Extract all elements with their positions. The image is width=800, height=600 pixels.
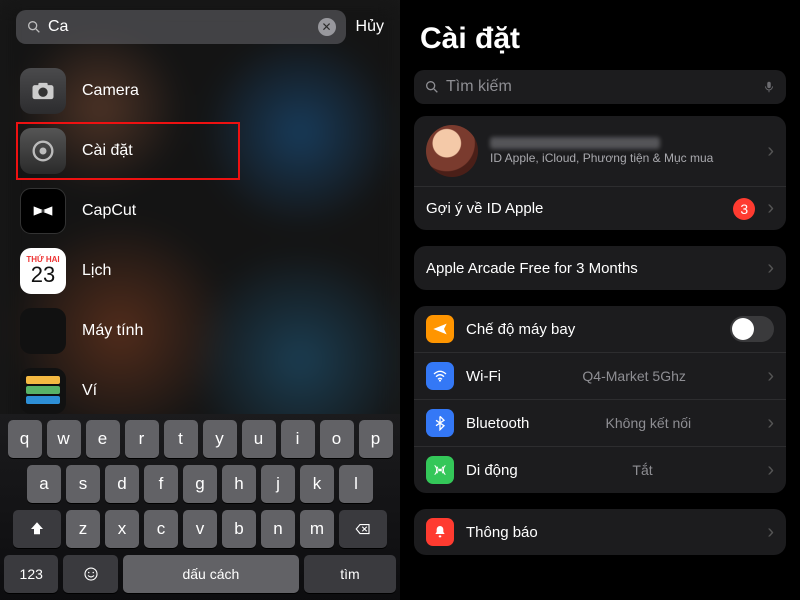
numbers-key[interactable]: 123 <box>4 555 58 593</box>
bluetooth-row[interactable]: Bluetooth Không kết nối › <box>414 399 786 446</box>
backspace-key[interactable] <box>339 510 387 548</box>
key-e[interactable]: e <box>86 420 120 458</box>
airplane-row[interactable]: Chế độ máy bay <box>414 306 786 352</box>
notifications-group: Thông báo › <box>414 509 786 555</box>
key-u[interactable]: u <box>242 420 276 458</box>
profile-row[interactable]: ID Apple, iCloud, Phương tiện & Mục mua … <box>414 116 786 186</box>
camera-icon <box>20 68 66 114</box>
wifi-row[interactable]: Wi-Fi Q4-Market 5Ghz › <box>414 352 786 399</box>
connectivity-group: Chế độ máy bay Wi-Fi Q4-Market 5Ghz › Bl… <box>414 306 786 493</box>
search-results: Camera Cài đặt CapCut THỨ HAI 23 Lịch Má… <box>0 50 400 414</box>
search-query-text: Ca <box>48 18 318 36</box>
key-d[interactable]: d <box>105 465 139 503</box>
shift-key[interactable] <box>13 510 61 548</box>
emoji-key[interactable] <box>63 555 117 593</box>
mic-icon[interactable] <box>762 80 776 94</box>
key-s[interactable]: s <box>66 465 100 503</box>
result-calendar[interactable]: THỨ HAI 23 Lịch <box>20 248 380 294</box>
phone-left-search: Ca ✕ Hủy Camera Cài đặt CapCut THỨ HAI 2… <box>0 0 400 600</box>
chevron-right-icon: › <box>767 257 774 280</box>
apple-id-suggestion-row[interactable]: Gợi ý về ID Apple 3 › <box>414 186 786 230</box>
chevron-right-icon: › <box>767 521 774 544</box>
key-o[interactable]: o <box>320 420 354 458</box>
key-f[interactable]: f <box>144 465 178 503</box>
phone-right-settings: Cài đặt Tìm kiếm ID Apple, iCloud, Phươn… <box>400 0 800 600</box>
result-settings[interactable]: Cài đặt <box>20 128 380 174</box>
key-t[interactable]: t <box>164 420 198 458</box>
wifi-icon <box>426 362 454 390</box>
result-camera[interactable]: Camera <box>20 68 380 114</box>
arcade-row[interactable]: Apple Arcade Free for 3 Months › <box>414 246 786 290</box>
arcade-group: Apple Arcade Free for 3 Months › <box>414 246 786 290</box>
airplane-toggle[interactable] <box>730 316 774 342</box>
chevron-right-icon: › <box>767 140 774 163</box>
avatar <box>426 125 478 177</box>
key-y[interactable]: y <box>203 420 237 458</box>
search-input[interactable]: Ca ✕ <box>16 10 346 44</box>
cellular-row[interactable]: Di động Tắt › <box>414 446 786 493</box>
page-title: Cài đặt <box>400 0 800 64</box>
key-z[interactable]: z <box>66 510 100 548</box>
key-j[interactable]: j <box>261 465 295 503</box>
capcut-icon <box>20 188 66 234</box>
key-g[interactable]: g <box>183 465 217 503</box>
clear-icon[interactable]: ✕ <box>318 18 336 36</box>
chevron-right-icon: › <box>767 197 774 220</box>
notifications-row[interactable]: Thông báo › <box>414 509 786 555</box>
key-v[interactable]: v <box>183 510 217 548</box>
space-key[interactable]: dấu cách <box>123 555 299 593</box>
key-c[interactable]: c <box>144 510 178 548</box>
key-a[interactable]: a <box>27 465 61 503</box>
key-l[interactable]: l <box>339 465 373 503</box>
chevron-right-icon: › <box>767 459 774 482</box>
key-q[interactable]: q <box>8 420 42 458</box>
search-row: Ca ✕ Hủy <box>0 0 400 50</box>
chevron-right-icon: › <box>767 365 774 388</box>
key-b[interactable]: b <box>222 510 256 548</box>
airplane-icon <box>426 315 454 343</box>
result-calculator[interactable]: Máy tính <box>20 308 380 354</box>
key-r[interactable]: r <box>125 420 159 458</box>
result-wallet[interactable]: Ví <box>20 368 380 414</box>
keyboard: qwertyuiop asdfghjkl zxcvbnm 123 dấu các… <box>0 414 400 600</box>
wallet-icon <box>20 368 66 414</box>
key-n[interactable]: n <box>261 510 295 548</box>
key-h[interactable]: h <box>222 465 256 503</box>
settings-search[interactable]: Tìm kiếm <box>414 70 786 104</box>
notification-icon <box>426 518 454 546</box>
bluetooth-icon <box>426 409 454 437</box>
search-icon <box>26 19 42 35</box>
key-i[interactable]: i <box>281 420 315 458</box>
result-capcut[interactable]: CapCut <box>20 188 380 234</box>
cellular-icon <box>426 456 454 484</box>
chevron-right-icon: › <box>767 412 774 435</box>
key-x[interactable]: x <box>105 510 139 548</box>
calculator-icon <box>20 308 66 354</box>
settings-icon <box>20 128 66 174</box>
cancel-button[interactable]: Hủy <box>356 18 384 36</box>
apple-id-group: ID Apple, iCloud, Phương tiện & Mục mua … <box>414 116 786 230</box>
return-key[interactable]: tìm <box>304 555 396 593</box>
key-p[interactable]: p <box>359 420 393 458</box>
calendar-icon: THỨ HAI 23 <box>20 248 66 294</box>
key-w[interactable]: w <box>47 420 81 458</box>
profile-name-blurred <box>490 137 660 149</box>
search-icon <box>424 79 440 95</box>
key-m[interactable]: m <box>300 510 334 548</box>
key-k[interactable]: k <box>300 465 334 503</box>
badge-count: 3 <box>733 198 755 220</box>
